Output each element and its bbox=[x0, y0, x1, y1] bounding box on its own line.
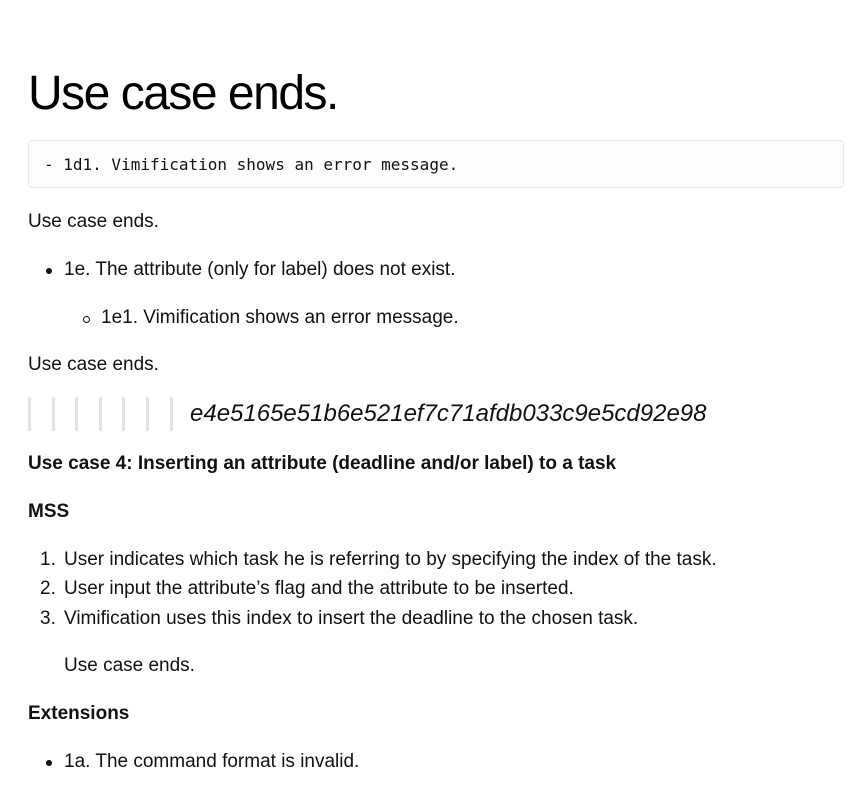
paragraph-use-case-ends-1: Use case ends. bbox=[28, 211, 159, 232]
mss-label: MSS bbox=[28, 501, 70, 522]
commit-hash: e4e5165e51b6e521ef7c71afdb033c9e5cd92e98 bbox=[190, 400, 707, 427]
page-heading: Use case ends. bbox=[28, 67, 339, 120]
mss-use-case-ends: Use case ends. bbox=[64, 655, 195, 676]
mss-step-1: 1. User indicates which task he is referr… bbox=[40, 549, 717, 570]
bullet-dot-icon bbox=[46, 760, 52, 766]
extensions-label: Extensions bbox=[28, 703, 130, 724]
mss-step-2: 2. User input the attribute’s flag and th… bbox=[40, 578, 574, 599]
list-item-1a-text: 1a. The command format is invalid. bbox=[64, 751, 360, 772]
list-item-1e-text: 1e. The attribute (only for label) does … bbox=[64, 259, 456, 280]
code-block: - 1d1. Vimification shows an error messa… bbox=[28, 140, 844, 188]
bullet-dot-icon bbox=[46, 268, 52, 274]
mss-step-3: 3. Vimification uses this index to insert… bbox=[40, 608, 639, 629]
bullet-circle-icon bbox=[83, 316, 90, 323]
list-item-1e1-text: 1e1. Vimification shows an error message… bbox=[101, 307, 459, 328]
divider-bars bbox=[28, 397, 173, 431]
commit-divider: e4e5165e51b6e521ef7c71afdb033c9e5cd92e98 bbox=[28, 396, 707, 432]
code-line: - 1d1. Vimification shows an error messa… bbox=[44, 154, 459, 174]
use-case-4-title: Use case 4: Inserting an attribute (dead… bbox=[28, 453, 617, 474]
paragraph-use-case-ends-2: Use case ends. bbox=[28, 354, 159, 375]
